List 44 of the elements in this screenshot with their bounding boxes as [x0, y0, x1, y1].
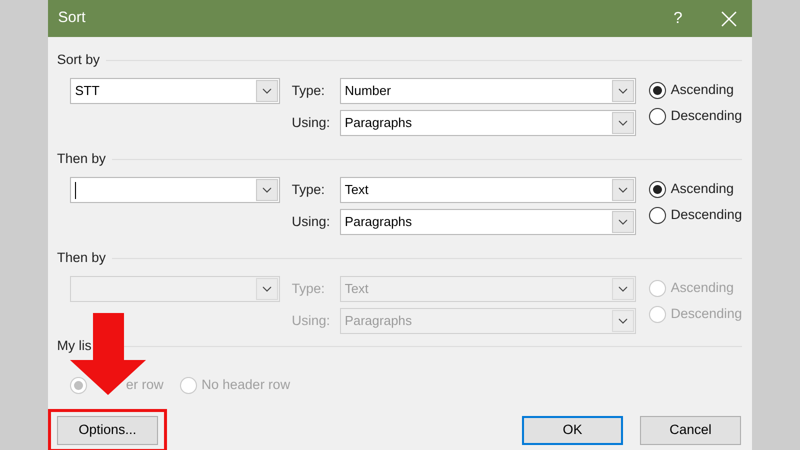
chevron-down-icon — [262, 88, 272, 94]
dialog-button[interactable]: Options... — [57, 416, 158, 445]
chevron-down-icon — [262, 187, 272, 193]
radio-button[interactable] — [648, 82, 666, 98]
field-label: Type: — [292, 82, 326, 100]
dropdown-field[interactable]: Number — [340, 78, 636, 104]
chevron-down-icon — [618, 286, 628, 292]
chevron-down-icon — [618, 219, 628, 225]
dropdown-field[interactable]: Paragraphs — [340, 209, 636, 235]
window-title: Sort — [58, 8, 87, 28]
radio-button[interactable] — [648, 180, 666, 198]
section-heading: Then by — [57, 150, 106, 168]
dropdown-field[interactable]: STT — [70, 78, 280, 104]
dropdown-field[interactable] — [70, 276, 280, 302]
chevron-down-icon — [262, 286, 272, 292]
chevron-down-icon — [618, 120, 628, 126]
help-button[interactable]: ? — [658, 0, 698, 37]
radio-label: Descending — [670, 304, 742, 323]
section-heading: Sort by — [57, 50, 100, 69]
dropdown-field[interactable]: Text — [340, 177, 636, 203]
section-heading: Then by — [57, 248, 106, 267]
radio-label: No header row — [202, 376, 290, 394]
dialog-button[interactable]: Cancel — [640, 416, 741, 445]
field-label: Type: — [292, 280, 326, 298]
field-label: Using: — [292, 114, 331, 132]
chevron-down-icon — [618, 318, 628, 324]
radio-label: Ascending — [670, 180, 734, 198]
radio-label: Ascending — [670, 278, 734, 297]
dialog-button[interactable]: OK — [522, 416, 623, 445]
radio-button[interactable] — [648, 206, 666, 224]
radio-label: Ascending — [670, 80, 734, 99]
radio-button[interactable] — [648, 108, 666, 124]
close-icon — [721, 10, 737, 26]
field-label: Using: — [292, 212, 331, 231]
section-heading: My lis — [57, 336, 92, 355]
dropdown-field[interactable] — [70, 177, 280, 203]
chevron-down-icon — [618, 187, 628, 193]
field-label: Using: — [292, 312, 331, 330]
radio-label: Descending — [670, 206, 742, 224]
field-label: Type: — [292, 180, 326, 199]
chevron-down-icon — [618, 88, 628, 94]
radio-label: Descending — [670, 106, 742, 125]
dropdown-field[interactable]: Paragraphs — [340, 110, 636, 136]
radio-label: er row — [126, 376, 164, 394]
